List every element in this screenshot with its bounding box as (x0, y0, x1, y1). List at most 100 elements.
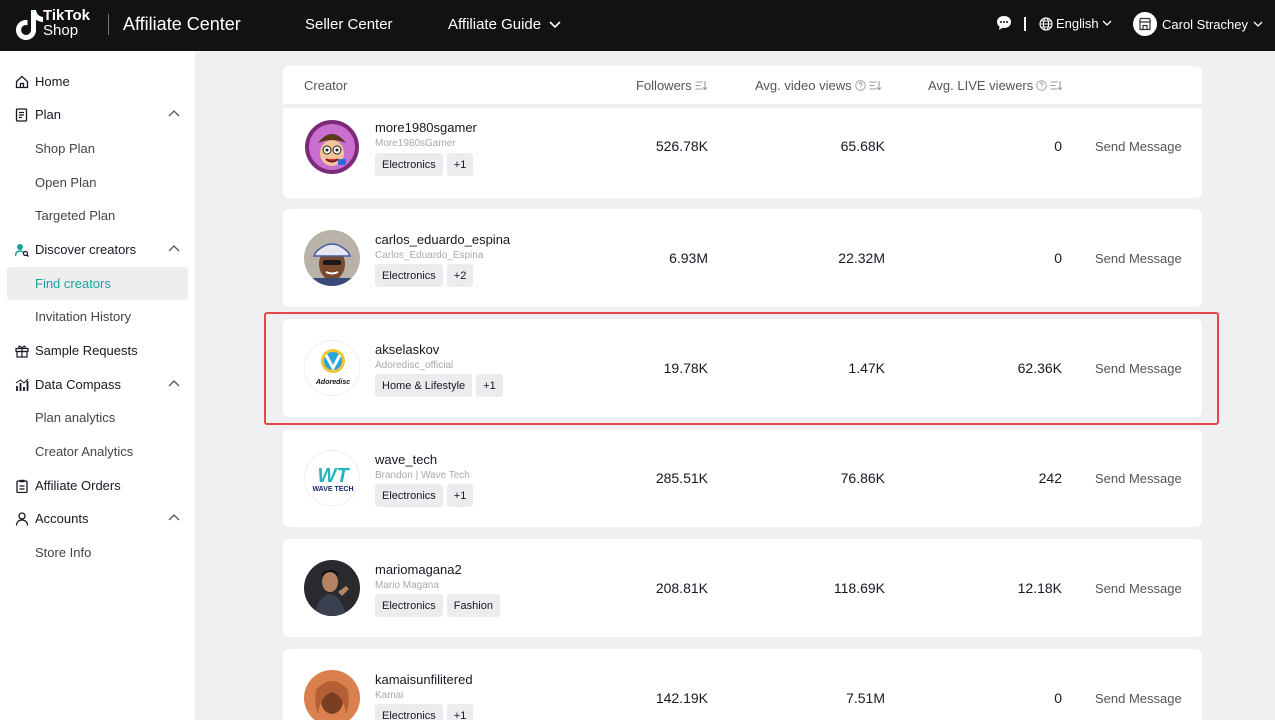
creator-username[interactable]: more1980sgamer (375, 120, 477, 135)
sidebar-item-creator-analytics[interactable]: Creator Analytics (7, 435, 188, 468)
sidebar-item-label: Invitation History (35, 309, 132, 324)
sidebar-item-plan[interactable]: Plan (7, 98, 188, 131)
sidebar-item-affiliate-orders[interactable]: Affiliate Orders (7, 469, 188, 502)
creator-nickname: Brandon | Wave Tech (375, 470, 470, 481)
category-tag: Electronics (375, 264, 443, 287)
cartoon-avatar-icon (305, 120, 359, 174)
language-selector[interactable]: English (1039, 16, 1112, 31)
chevron-up-icon (168, 110, 180, 117)
sidebar-item-find-creators[interactable]: Find creators (7, 267, 188, 300)
send-message-button[interactable]: Send Message (1095, 471, 1182, 486)
creator-avatar[interactable] (304, 560, 360, 616)
creator-username[interactable]: carlos_eduardo_espina (375, 232, 510, 247)
sidebar-item-label: Find creators (35, 276, 111, 291)
gift-icon (15, 345, 29, 358)
sort-icon[interactable] (869, 80, 881, 91)
sidebar-item-label: Discover creators (35, 242, 137, 257)
column-header-label: Creator (304, 78, 348, 93)
sidebar-item-label: Affiliate Orders (35, 478, 121, 493)
category-tags: Home & Lifestyle +1 (375, 374, 503, 397)
help-circle-icon[interactable] (1036, 80, 1048, 91)
category-tags: Electronics +2 (375, 264, 474, 287)
creator-avatar[interactable] (304, 230, 360, 286)
category-tag: Electronics (375, 484, 443, 507)
more-categories-tag[interactable]: +1 (446, 153, 474, 176)
creator-avatar[interactable] (304, 670, 360, 720)
send-message-button[interactable]: Send Message (1095, 581, 1182, 596)
video-views-value: 7.51M (846, 690, 885, 706)
creator-username[interactable]: akselaskov (375, 342, 439, 357)
followers-value: 19.78K (663, 360, 708, 376)
sidebar-item-plan-analytics[interactable]: Plan analytics (7, 401, 188, 434)
sidebar-item-label: Sample Requests (35, 343, 138, 358)
table-header: Creator Followers Avg. video views Avg. … (283, 66, 1202, 104)
creator-row[interactable]: kamaisunfilitered Kamai Electronics +1 1… (283, 649, 1202, 720)
creator-avatar[interactable]: Adoredisc (304, 340, 360, 396)
main-content: Creator Followers Avg. video views Avg. … (195, 51, 1275, 720)
app-title: Affiliate Center (123, 14, 241, 34)
creator-username[interactable]: mariomagana2 (375, 562, 462, 577)
creator-row[interactable]: Adoredisc akselaskov Adoredisc_official … (283, 319, 1202, 417)
live-viewers-value: 0 (1054, 690, 1062, 706)
more-categories-tag[interactable]: +1 (446, 484, 474, 507)
globe-icon (1039, 16, 1053, 31)
chat-bubble-icon[interactable] (996, 15, 1012, 31)
sidebar-item-label: Store Info (35, 545, 92, 560)
tiktok-shop-wordmark[interactable]: TikTok Shop (43, 8, 90, 38)
creator-username[interactable]: kamaisunfilitered (375, 672, 473, 687)
sidebar-item-home[interactable]: Home (7, 65, 188, 98)
nav-seller-center[interactable]: Seller Center (305, 16, 393, 33)
avatar-logo-text: WAVE TECH (312, 486, 353, 493)
send-message-button[interactable]: Send Message (1095, 691, 1182, 706)
creator-username[interactable]: wave_tech (375, 452, 437, 467)
user-menu[interactable]: Carol Strachey (1133, 12, 1263, 36)
video-views-value: 76.86K (840, 470, 885, 486)
sidebar-item-targeted-plan[interactable]: Targeted Plan (7, 199, 188, 232)
column-header-live-viewers[interactable]: Avg. LIVE viewers (928, 78, 1063, 93)
nav-affiliate-guide[interactable]: Affiliate Guide (448, 16, 561, 33)
creator-row[interactable]: mariomagana2 Mario Magana Electronics Fa… (283, 539, 1202, 637)
creator-avatar[interactable] (304, 119, 360, 175)
creator-row[interactable]: WT WAVE TECH wave_tech Brandon | Wave Te… (283, 429, 1202, 527)
sidebar-item-accounts[interactable]: Accounts (7, 502, 188, 535)
help-circle-icon[interactable] (854, 80, 866, 91)
send-message-button[interactable]: Send Message (1095, 251, 1182, 266)
person-photo-icon (304, 560, 360, 616)
sidebar-item-store-info[interactable]: Store Info (7, 536, 188, 569)
sidebar-item-sample-requests[interactable]: Sample Requests (7, 334, 188, 367)
category-tag: Fashion (446, 594, 500, 617)
send-message-button[interactable]: Send Message (1095, 361, 1182, 376)
chevron-up-icon (168, 514, 180, 521)
category-tags: Electronics Fashion (375, 594, 500, 617)
creator-row[interactable]: carlos_eduardo_espina Carlos_Eduardo_Esp… (283, 209, 1202, 307)
column-header-followers[interactable]: Followers (636, 78, 707, 93)
sidebar-item-open-plan[interactable]: Open Plan (7, 166, 188, 199)
chevron-up-icon (168, 380, 180, 387)
sidebar-item-invitation-history[interactable]: Invitation History (7, 300, 188, 333)
video-views-value: 118.69K (833, 580, 885, 596)
creator-row[interactable]: more1980sgamer More1980sGamer Electronic… (283, 108, 1202, 198)
column-header-video-views[interactable]: Avg. video views (755, 78, 881, 93)
person-icon (15, 512, 29, 526)
adoredisc-logo-icon: Adoredisc (305, 341, 359, 395)
column-header-creator: Creator (304, 78, 347, 93)
tiktok-logo-icon[interactable] (14, 8, 46, 42)
creator-avatar[interactable]: WT WAVE TECH (304, 450, 360, 506)
sidebar-item-shop-plan[interactable]: Shop Plan (7, 132, 188, 165)
sidebar-item-label: Creator Analytics (35, 444, 134, 459)
sidebar-item-discover-creators[interactable]: Discover creators (7, 233, 188, 266)
sidebar: Home Plan Shop Plan Open Plan Targeted P… (0, 51, 195, 720)
more-categories-tag[interactable]: +1 (476, 374, 503, 397)
creator-nickname: More1980sGamer (375, 138, 456, 149)
send-message-button[interactable]: Send Message (1095, 139, 1182, 154)
creator-nickname: Adoredisc_official (375, 360, 454, 371)
sidebar-item-data-compass[interactable]: Data Compass (7, 368, 188, 401)
column-header-label: Followers (636, 78, 692, 93)
sidebar-item-label: Accounts (35, 511, 89, 526)
more-categories-tag[interactable]: +2 (446, 264, 474, 287)
sidebar-item-label: Home (35, 74, 70, 89)
more-categories-tag[interactable]: +1 (446, 704, 474, 720)
category-tag: Electronics (375, 704, 443, 720)
sort-icon[interactable] (1050, 80, 1063, 91)
sort-icon[interactable] (695, 80, 707, 91)
